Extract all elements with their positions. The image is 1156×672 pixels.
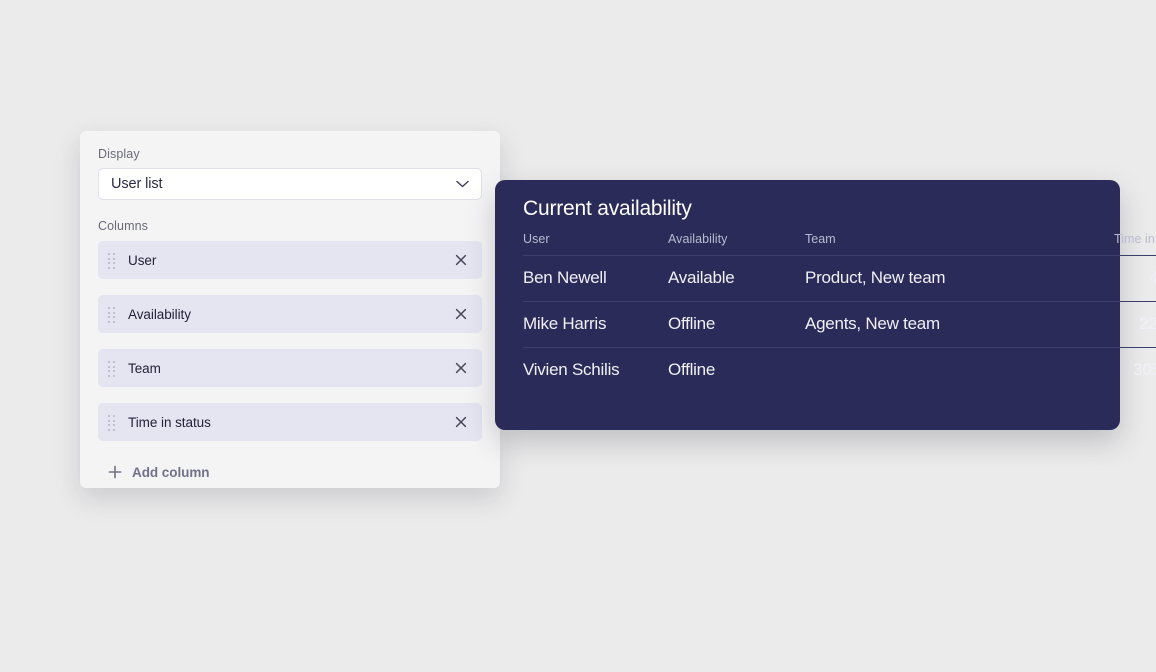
close-icon[interactable]: [453, 252, 469, 268]
add-column-label: Add column: [132, 464, 210, 480]
current-availability-card: Current availability User Availability T…: [495, 180, 1156, 430]
card-title: Current availability: [523, 197, 692, 220]
column-header-user: User: [523, 223, 668, 256]
cell-user: Vivien Schilis: [523, 360, 620, 379]
close-icon[interactable]: [453, 306, 469, 322]
cell-time-in-status: 305d21h: [1033, 348, 1156, 394]
time-value-primary: 305: [1133, 360, 1156, 379]
table-row[interactable]: Ben Newell Available Product, New team 4…: [523, 255, 1156, 302]
drag-handle-icon[interactable]: [108, 361, 116, 377]
availability-table: User Availability Team Time in status Be…: [523, 223, 1156, 393]
display-select[interactable]: User list: [98, 168, 482, 200]
table-header-row: User Availability Team Time in status: [523, 223, 1156, 256]
plus-icon: [108, 465, 122, 479]
column-row[interactable]: Availability: [98, 295, 482, 333]
column-row[interactable]: Team: [98, 349, 482, 387]
cell-time-in-status: 4m31s: [1033, 255, 1156, 302]
chevron-down-icon: [456, 180, 469, 188]
column-row[interactable]: User: [98, 241, 482, 279]
column-label: Team: [128, 360, 161, 376]
drag-handle-icon[interactable]: [108, 253, 116, 269]
time-value-primary: 4: [1149, 268, 1156, 287]
cell-availability: Offline: [668, 360, 716, 379]
column-header-team: Team: [805, 223, 1033, 256]
column-label: Time in status: [128, 414, 211, 430]
cell-time-in-status: 22h32m: [1033, 301, 1156, 348]
close-icon[interactable]: [453, 360, 469, 376]
display-settings-panel: Display User list Columns User Availabil…: [80, 131, 500, 488]
display-select-value: User list: [111, 176, 163, 192]
cell-team: Product, New team: [805, 255, 1033, 302]
column-header-availability: Availability: [668, 223, 805, 256]
cell-team: [805, 348, 1033, 394]
cell-user: Mike Harris: [523, 301, 668, 348]
cell-availability: Available: [668, 255, 805, 302]
cell-user: Ben Newell: [523, 255, 668, 302]
table-row[interactable]: Vivien Schilis Offline 305d21h: [523, 348, 1156, 394]
column-row[interactable]: Time in status: [98, 403, 482, 441]
drag-handle-icon[interactable]: [108, 415, 116, 431]
close-icon[interactable]: [453, 414, 469, 430]
add-column-button[interactable]: Add column: [98, 457, 482, 487]
cell-availability: Offline: [668, 301, 805, 348]
column-label: User: [128, 252, 157, 268]
drag-handle-icon[interactable]: [108, 307, 116, 323]
table-row[interactable]: Mike Harris Offline Agents, New team 22h…: [523, 301, 1156, 348]
column-header-time-in-status: Time in status: [1033, 223, 1156, 256]
column-label: Availability: [128, 306, 191, 322]
display-label: Display: [98, 147, 140, 161]
time-value-primary: 22: [1139, 314, 1156, 333]
cell-team: Agents, New team: [805, 301, 1033, 348]
columns-label: Columns: [98, 219, 149, 233]
